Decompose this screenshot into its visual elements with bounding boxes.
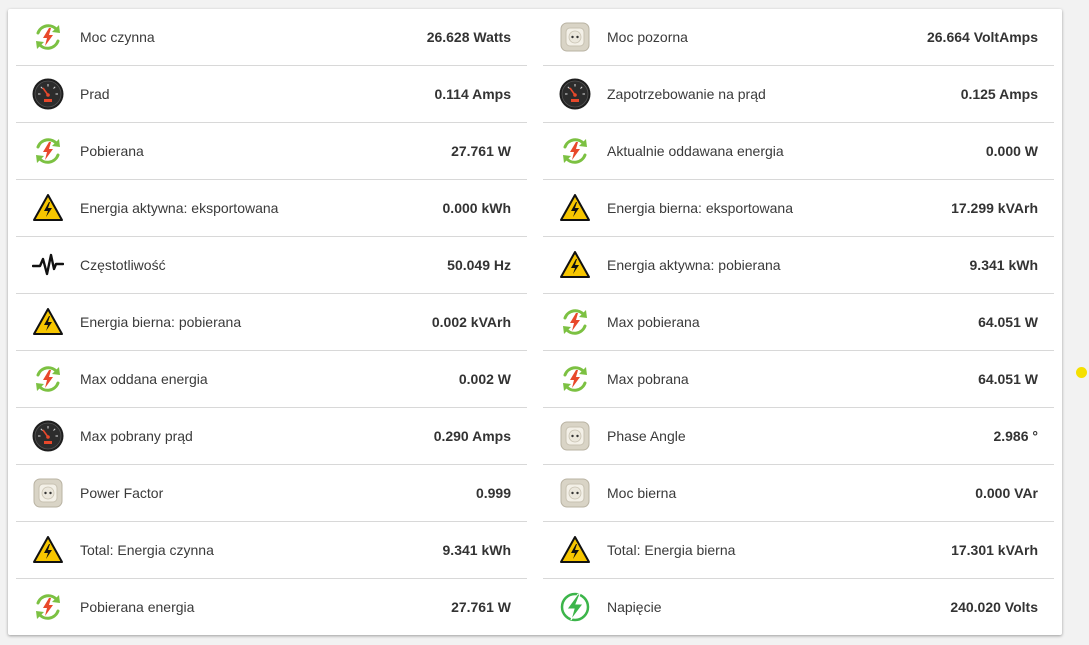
sensor-label: Prad xyxy=(80,86,110,102)
sensor-row-energia-bierna-eksportowana[interactable]: Energia bierna: eksportowana 17.299 kVArh xyxy=(543,180,1054,237)
cycle-energy-icon xyxy=(559,363,591,395)
right-column: Moc pozorna 26.664 VoltAmps Zapotrzebowan… xyxy=(543,9,1054,635)
warning-icon xyxy=(32,534,64,566)
cycle-energy-icon xyxy=(32,591,64,623)
waveform-icon xyxy=(32,249,64,281)
sensor-value: 64.051 W xyxy=(978,314,1038,330)
socket-icon xyxy=(559,420,591,452)
sensor-value: 17.301 kVArh xyxy=(951,542,1038,558)
sensor-label: Max pobierana xyxy=(607,314,700,330)
warning-icon xyxy=(559,534,591,566)
cycle-energy-icon xyxy=(559,135,591,167)
gauge-icon xyxy=(559,78,591,110)
sensor-row-max-pobierana[interactable]: Max pobierana 64.051 W xyxy=(543,294,1054,351)
sensor-row-pobierana[interactable]: Pobierana 27.761 W xyxy=(16,123,527,180)
sensor-row-max-oddana-energia[interactable]: Max oddana energia 0.002 W xyxy=(16,351,527,408)
sensor-row-total-energia-bierna[interactable]: Total: Energia bierna 17.301 kVArh xyxy=(543,522,1054,579)
sensor-value: 0.000 W xyxy=(985,143,1038,159)
sensor-row-moc-bierna[interactable]: Moc bierna 0.000 VAr xyxy=(543,465,1054,522)
socket-icon xyxy=(32,477,64,509)
sensor-value: 27.761 W xyxy=(451,599,511,615)
cycle-energy-icon xyxy=(32,21,64,53)
sensor-value: 0.000 VAr xyxy=(975,485,1038,501)
sensor-label: Moc czynna xyxy=(80,29,155,45)
sensor-value: 0.999 xyxy=(475,485,511,501)
sensor-label: Pobierana xyxy=(80,143,144,159)
sensor-label: Energia bierna: eksportowana xyxy=(607,200,794,216)
warning-icon xyxy=(32,192,64,224)
warning-icon xyxy=(559,249,591,281)
gauge-icon xyxy=(32,420,64,452)
sensor-label: Zapotrzebowanie na prąd xyxy=(607,86,766,102)
sensor-row-total-energia-czynna[interactable]: Total: Energia czynna 9.341 kWh xyxy=(16,522,527,579)
sensor-row-czestotliwosc[interactable]: Częstotliwość 50.049 Hz xyxy=(16,237,527,294)
sensor-value: 64.051 W xyxy=(978,371,1038,387)
sensor-value: 240.020 Volts xyxy=(950,599,1038,615)
cycle-energy-icon xyxy=(32,363,64,395)
sensor-value: 0.002 kVArh xyxy=(431,314,511,330)
gauge-icon xyxy=(32,78,64,110)
sensor-row-phase-angle[interactable]: Phase Angle 2.986 ° xyxy=(543,408,1054,465)
sensor-value: 9.341 kWh xyxy=(969,257,1038,273)
sensor-label: Max pobrana xyxy=(607,371,689,387)
sensor-label: Total: Energia czynna xyxy=(80,542,214,558)
sensor-label: Energia aktywna: pobierana xyxy=(607,257,781,273)
sensor-label: Energia bierna: pobierana xyxy=(80,314,242,330)
sensor-value: 26.664 VoltAmps xyxy=(926,29,1038,45)
sensor-row-aktualnie-oddawana-energia[interactable]: Aktualnie oddawana energia 0.000 W xyxy=(543,123,1054,180)
sensor-label: Moc bierna xyxy=(607,485,677,501)
sensor-value: 26.628 Watts xyxy=(426,29,511,45)
sensor-value: 50.049 Hz xyxy=(447,257,511,273)
left-column: Moc czynna 26.628 Watts Prad 0.114 Amps Po… xyxy=(16,9,527,635)
sensor-row-power-factor[interactable]: Power Factor 0.999 xyxy=(16,465,527,522)
cycle-energy-icon xyxy=(32,135,64,167)
sensor-card: Moc czynna 26.628 Watts Prad 0.114 Amps Po… xyxy=(8,9,1062,635)
sensor-label: Pobierana energia xyxy=(80,599,195,615)
sensor-value: 0.000 kWh xyxy=(442,200,511,216)
sensor-row-prad[interactable]: Prad 0.114 Amps xyxy=(16,66,527,123)
socket-icon xyxy=(559,477,591,509)
sensor-label: Częstotliwość xyxy=(80,257,166,273)
sensor-value: 17.299 kVArh xyxy=(951,200,1038,216)
sensor-label: Max pobrany prąd xyxy=(80,428,193,444)
sensor-value: 0.290 Amps xyxy=(433,428,511,444)
sensor-label: Napięcie xyxy=(607,599,662,615)
sensor-label: Total: Energia bierna xyxy=(607,542,736,558)
status-dot xyxy=(1076,367,1087,378)
sensor-row-napiecie[interactable]: Napięcie 240.020 Volts xyxy=(543,579,1054,635)
sensor-value: 0.002 W xyxy=(458,371,511,387)
sensor-row-zapotrzebowanie-na-prad[interactable]: Zapotrzebowanie na prąd 0.125 Amps xyxy=(543,66,1054,123)
sensor-row-max-pobrana[interactable]: Max pobrana 64.051 W xyxy=(543,351,1054,408)
sensor-value: 0.114 Amps xyxy=(434,86,511,102)
sensor-row-max-pobrany-prad[interactable]: Max pobrany prąd 0.290 Amps xyxy=(16,408,527,465)
sensor-value: 0.125 Amps xyxy=(960,86,1038,102)
sensor-label: Energia aktywna: eksportowana xyxy=(80,200,279,216)
sensor-label: Max oddana energia xyxy=(80,371,208,387)
sensor-value: 2.986 ° xyxy=(993,428,1038,444)
sensor-label: Phase Angle xyxy=(607,428,686,444)
sensor-row-moc-czynna[interactable]: Moc czynna 26.628 Watts xyxy=(16,9,527,66)
sensor-row-energia-bierna-pobierana[interactable]: Energia bierna: pobierana 0.002 kVArh xyxy=(16,294,527,351)
sensor-row-energia-aktywna-eksportowana[interactable]: Energia aktywna: eksportowana 0.000 kWh xyxy=(16,180,527,237)
warning-icon xyxy=(32,306,64,338)
sensor-label: Power Factor xyxy=(80,485,164,501)
socket-icon xyxy=(559,21,591,53)
sensor-label: Aktualnie oddawana energia xyxy=(607,143,784,159)
lightning-icon xyxy=(559,591,591,623)
sensor-row-energia-aktywna-pobierana[interactable]: Energia aktywna: pobierana 9.341 kWh xyxy=(543,237,1054,294)
sensor-value: 9.341 kWh xyxy=(442,542,511,558)
sensor-label: Moc pozorna xyxy=(607,29,688,45)
warning-icon xyxy=(559,192,591,224)
sensor-row-pobierana-energia[interactable]: Pobierana energia 27.761 W xyxy=(16,579,527,635)
cycle-energy-icon xyxy=(559,306,591,338)
sensor-value: 27.761 W xyxy=(451,143,511,159)
sensor-row-moc-pozorna[interactable]: Moc pozorna 26.664 VoltAmps xyxy=(543,9,1054,66)
